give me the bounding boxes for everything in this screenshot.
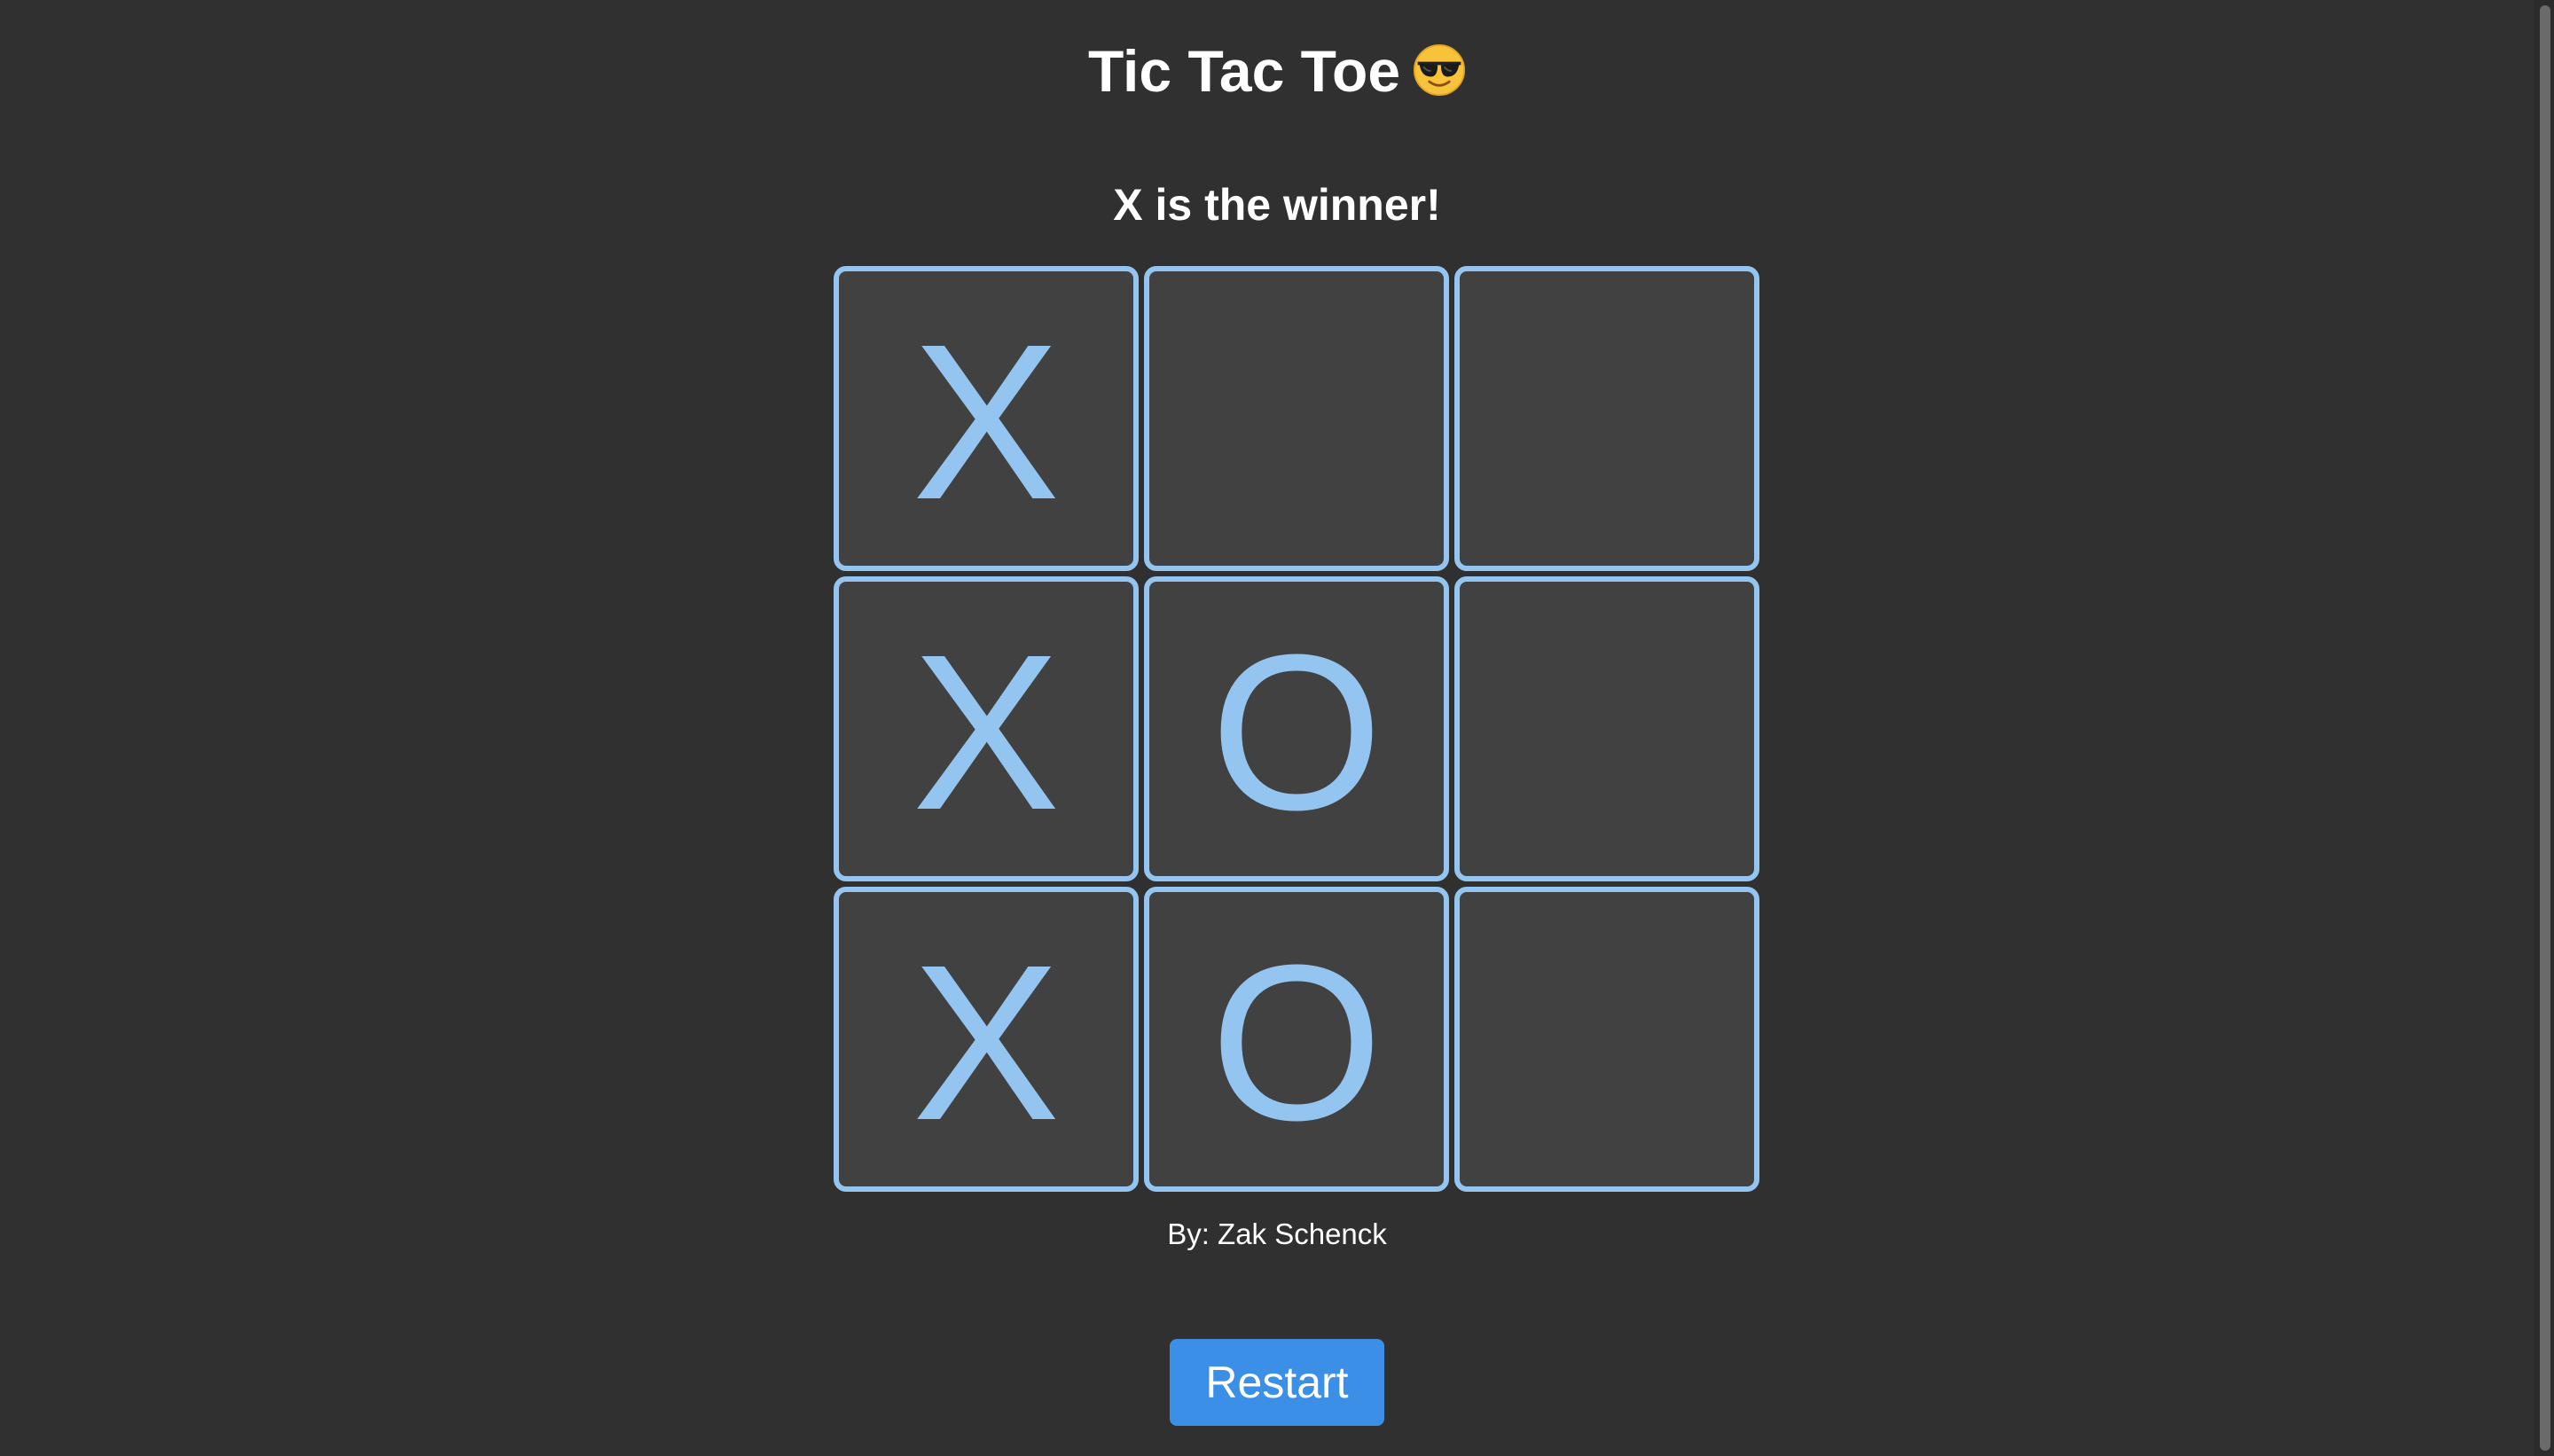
board-cell-3[interactable] <box>1454 266 1759 571</box>
board-cell-7[interactable]: X <box>834 887 1139 1192</box>
scrollbar-thumb[interactable] <box>2540 5 2550 1451</box>
game-board: X X O X O <box>834 266 1765 1197</box>
cell-mark: X <box>912 919 1061 1166</box>
board-cell-4[interactable]: X <box>834 576 1139 881</box>
author-credit: By: Zak Schenck <box>1167 1217 1387 1250</box>
title-text: Tic Tac Toe <box>1087 38 1401 104</box>
smiling-face-with-sunglasses-icon <box>1413 43 1466 97</box>
cell-mark: O <box>1210 608 1383 856</box>
board-cell-9[interactable] <box>1454 887 1759 1192</box>
cell-mark: O <box>1210 919 1383 1166</box>
board-cell-6[interactable] <box>1454 576 1759 881</box>
restart-button[interactable]: Restart <box>1170 1339 1384 1426</box>
board-cell-1[interactable]: X <box>834 266 1139 571</box>
board-cell-2[interactable] <box>1144 266 1449 571</box>
board-cell-8[interactable]: O <box>1144 887 1449 1192</box>
scrollbar[interactable] <box>2534 0 2554 1456</box>
page-title: Tic Tac Toe <box>0 35 2554 106</box>
game-status: X is the winner! <box>1113 180 1441 230</box>
cell-mark: X <box>912 298 1061 545</box>
cell-mark: X <box>912 608 1061 856</box>
game-page: Tic Tac Toe X is the winner! X X O X O B… <box>0 0 2554 1456</box>
board-cell-5[interactable]: O <box>1144 576 1449 881</box>
